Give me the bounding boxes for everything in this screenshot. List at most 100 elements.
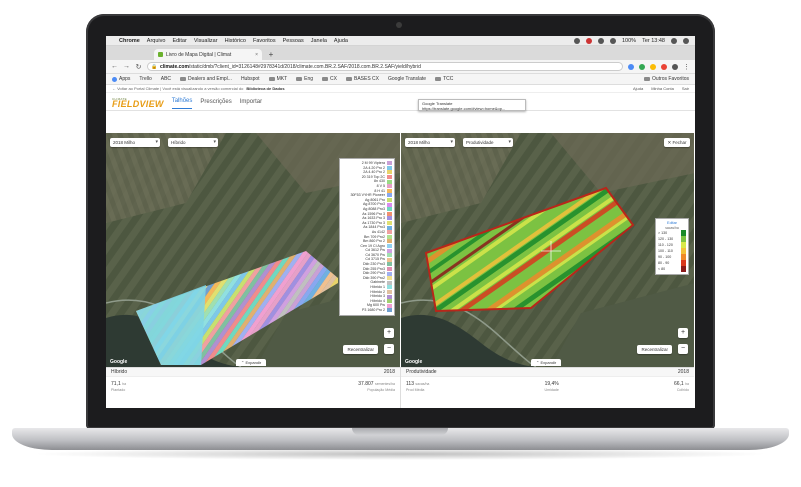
wifi-icon[interactable] [609, 37, 616, 44]
bluetooth-icon[interactable] [597, 37, 604, 44]
extension-icon[interactable] [639, 63, 645, 70]
hybrid-map[interactable]: 2018 Milho Híbrido 2 M 99 Viptera2A 4.20… [106, 133, 400, 367]
season-select[interactable]: 2018 Milho [110, 138, 160, 147]
tab-prescricoes[interactable]: Prescrições [200, 95, 231, 109]
forward-icon[interactable]: → [123, 63, 130, 70]
bookmark-cx[interactable]: CX [322, 76, 337, 82]
bookmark-google-translate[interactable]: Google Translate [388, 76, 426, 82]
back-icon[interactable]: ← [111, 63, 118, 70]
season-select[interactable]: 2018 Milho [405, 138, 455, 147]
legend-swatch [387, 211, 392, 216]
stat-unit: ha [685, 382, 689, 386]
profile-avatar-icon[interactable] [672, 63, 678, 70]
legend-swatch [387, 225, 392, 230]
legend-swatch [387, 299, 392, 304]
tab-importar[interactable]: Importar [240, 95, 262, 109]
panel-year: 2018 [383, 369, 395, 375]
legend-label: 110 - 120 [658, 242, 673, 247]
maps-area: 2018 Milho Híbrido 2 M 99 Viptera2A 4.20… [106, 133, 695, 367]
legend-swatch [387, 280, 392, 285]
zoom-in-button[interactable]: + [384, 328, 394, 338]
zoom-out-button[interactable]: − [678, 344, 688, 354]
bookmark-trello[interactable]: Trello [139, 76, 151, 82]
bookmark-label: Eng [304, 76, 314, 82]
record-icon[interactable] [585, 37, 592, 44]
zoom-out-button[interactable]: − [384, 344, 394, 354]
stat-label: Plantado [111, 388, 126, 392]
bookmark-tooltip: Google Translate https://translate.googl… [418, 99, 526, 111]
folder-icon [435, 77, 442, 81]
menu-janela[interactable]: Janela [311, 38, 327, 44]
bookmark-mkt[interactable]: MKT [268, 76, 287, 82]
panel-header[interactable]: Produtividade 2018 [401, 368, 694, 377]
legend-swatch [387, 262, 392, 267]
bookmark-dealers[interactable]: Dealers and Empl... [180, 76, 232, 82]
logout-link[interactable]: Sair [682, 86, 689, 91]
bookmark-abc[interactable]: ABC [161, 76, 171, 82]
legend-swatch [387, 285, 392, 290]
clock[interactable]: Ter 13:48 [642, 38, 665, 44]
help-link[interactable]: Ajuda [633, 86, 643, 91]
bookmark-label: BASES CX [353, 76, 379, 82]
panel-stats: 71,1 ha Plantado 37.807 sementes/ha Popu… [106, 377, 400, 393]
bookmark-tcc[interactable]: TCC [435, 76, 453, 82]
stat-unit: sacas/ha [415, 382, 430, 386]
layer-select[interactable]: Produtividade [463, 138, 513, 147]
bookmark-bases-cx[interactable]: BASES CX [345, 76, 379, 82]
extension-icon[interactable] [628, 63, 634, 70]
tab-title: Livro de Mapa Digital | Climat [166, 51, 232, 58]
bookmark-apps[interactable]: Apps [112, 76, 130, 82]
expand-button[interactable]: ⌃ Expandir [531, 359, 562, 366]
fieldview-logo[interactable]: CLIMATE FIELDVIEW [112, 97, 164, 109]
menu-app[interactable]: Chrome [119, 38, 140, 44]
folder-icon [296, 77, 303, 81]
layer-select[interactable]: Híbrido [168, 138, 218, 147]
tab-talhoes[interactable]: Talhões [171, 94, 193, 109]
legend-swatch [387, 165, 392, 170]
search-icon[interactable] [671, 37, 677, 44]
menu-visualizar[interactable]: Visualizar [194, 38, 218, 44]
expand-button[interactable]: ⌃ Expandir [236, 359, 267, 366]
more-menu-icon[interactable]: ⋮ [683, 63, 690, 71]
notice-text[interactable]: ← Voltar ao Portal Climate | Você está v… [112, 86, 243, 91]
bookmark-other[interactable]: Outros Favoritos [644, 76, 689, 82]
recenter-button[interactable]: Recentralizar [343, 345, 378, 354]
panel-stats: 113 sacas/ha Prod Média 19,4% Umidade 66… [401, 377, 694, 393]
new-tab-button[interactable]: + [266, 50, 276, 60]
tab-close-icon[interactable]: × [255, 52, 258, 58]
yield-map[interactable]: 2018 Milho Produtividade ✕ Fechar Editar… [400, 133, 694, 367]
menu-favoritos[interactable]: Favoritos [253, 38, 276, 44]
menu-editar[interactable]: Editar [172, 38, 186, 44]
legend-swatch [387, 243, 392, 248]
menu-pessoas[interactable]: Pessoas [283, 38, 304, 44]
recenter-button[interactable]: Recentralizar [637, 345, 672, 354]
reload-icon[interactable]: ↻ [135, 63, 142, 71]
status-area: 100% Ter 13:48 [573, 37, 689, 44]
extension-icon[interactable] [661, 63, 667, 70]
dropbox-icon[interactable] [573, 37, 580, 44]
menu-arquivo[interactable]: Arquivo [147, 38, 166, 44]
legend-swatch [387, 170, 392, 175]
tab-fieldview[interactable]: Livro de Mapa Digital | Climat × [154, 49, 262, 60]
account-links: Ajuda Minha Conta Sair [633, 86, 689, 91]
address-bar: ← → ↻ 🔒 climate.com/static/dmb/?client_i… [106, 60, 695, 74]
bookmark-eng[interactable]: Eng [296, 76, 313, 82]
legend-label: P3 1680 Pro 2 [362, 308, 385, 312]
legend-item: < 80 [658, 266, 686, 273]
menu-historico[interactable]: Histórico [225, 38, 246, 44]
extension-icon[interactable] [650, 63, 656, 70]
legend-swatch [387, 230, 392, 235]
menu-ajuda[interactable]: Ajuda [334, 38, 348, 44]
zoom-in-button[interactable]: + [678, 328, 688, 338]
battery-label[interactable]: 100% [622, 38, 636, 44]
account-link[interactable]: Minha Conta [651, 86, 674, 91]
url-path: /static/dmb/?client_id=3126148#2978341d/… [188, 64, 421, 70]
bookmark-label: TCC [443, 76, 454, 82]
bookmark-hubspot[interactable]: Hubspot [241, 76, 260, 82]
url-input[interactable]: 🔒 climate.com/static/dmb/?client_id=3126… [147, 62, 623, 71]
legend-swatch [387, 202, 392, 207]
menu-list-icon[interactable] [683, 37, 689, 44]
close-button[interactable]: ✕ Fechar [664, 138, 690, 147]
legend-label: 100 - 110 [658, 248, 673, 253]
panel-header[interactable]: Híbrido 2018 [106, 368, 400, 377]
